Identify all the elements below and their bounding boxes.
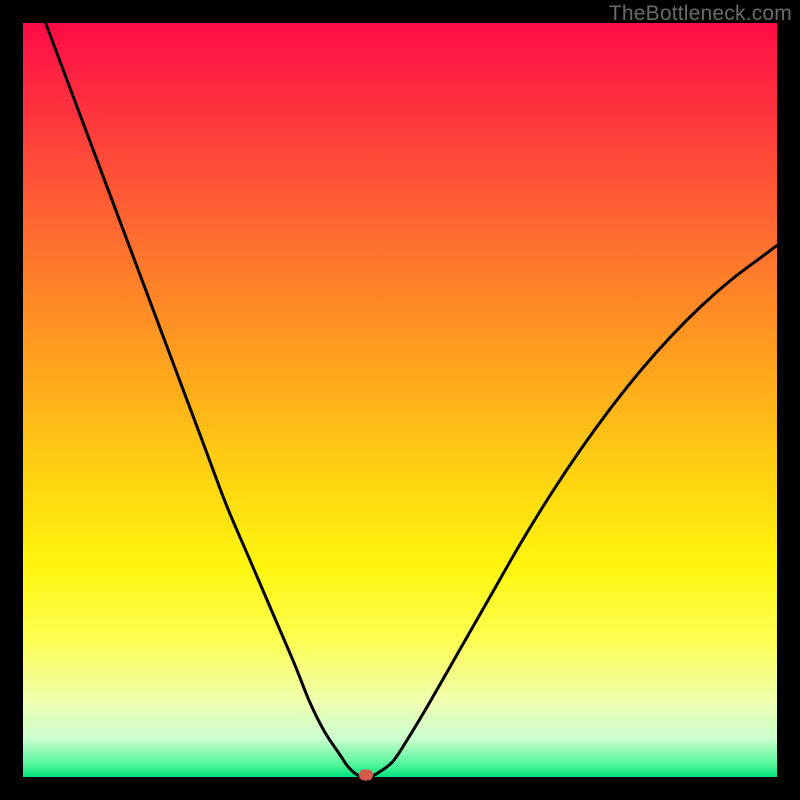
plot-area bbox=[23, 23, 777, 777]
bottleneck-curve bbox=[23, 23, 777, 777]
chart-frame: TheBottleneck.com bbox=[0, 0, 800, 800]
minimum-marker bbox=[359, 770, 373, 781]
